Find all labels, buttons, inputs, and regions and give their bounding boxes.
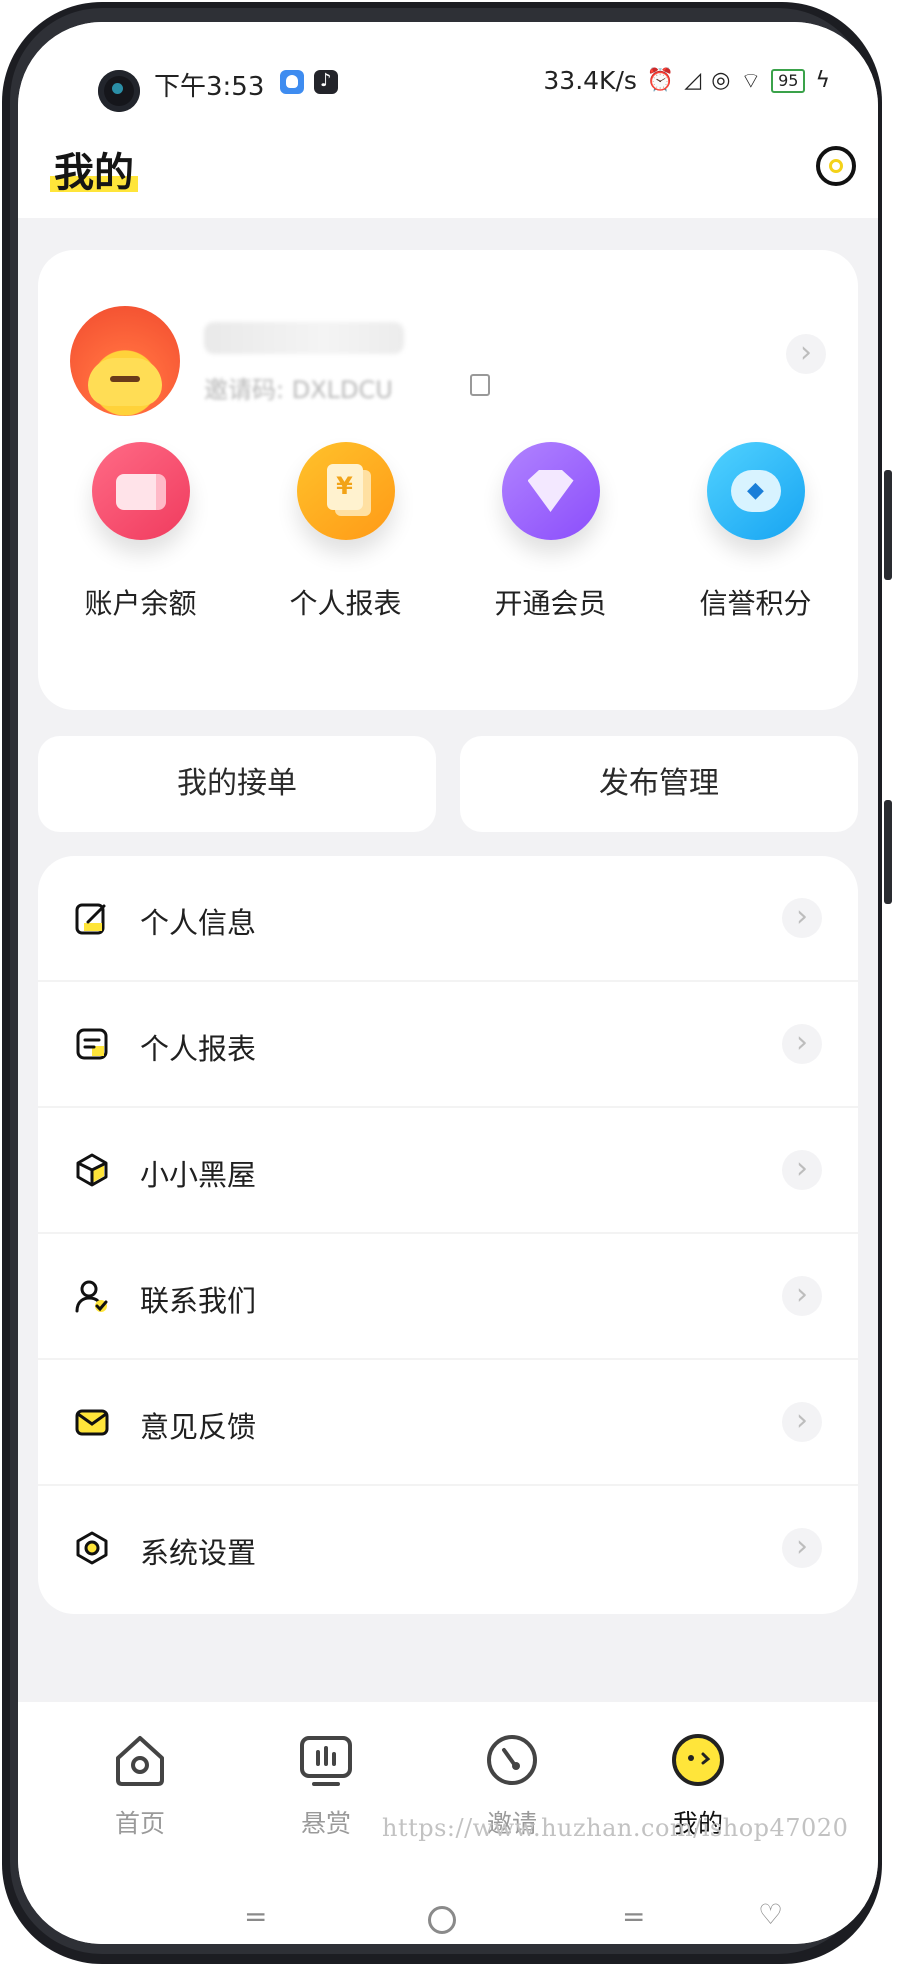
menu-item-label: 个人信息 (140, 906, 257, 940)
screen: 下午3:53 33.4K/s ⏰ ◿ ◎ ⌔ 95 ϟ 我的 邀请码: DXLD… (18, 22, 878, 1944)
quick-action-balance[interactable]: 账户余额 (38, 442, 243, 622)
page-title: 我的 (50, 140, 138, 198)
box-icon (76, 1153, 108, 1187)
chevron-right-icon: › (782, 898, 822, 938)
menu-item-personal-info[interactable]: 个人信息 › (38, 856, 858, 982)
invite-icon (487, 1735, 537, 1785)
page-header: 我的 (18, 132, 878, 218)
system-assist-icon[interactable]: ♡ (758, 1898, 783, 1931)
chevron-right-icon: › (782, 1150, 822, 1190)
battery-level: 95 (771, 68, 806, 93)
quick-actions: 账户余额 个人报表 开通会员 信誉积分 (38, 442, 858, 622)
vip-diamond-icon (501, 442, 600, 540)
report-icon (296, 442, 395, 540)
quick-action-label: 账户余额 (84, 587, 197, 620)
home-icon (116, 1736, 164, 1786)
wifi-icon: ⌔ (740, 68, 762, 94)
copy-icon[interactable] (470, 374, 490, 396)
menu-item-label: 个人报表 (140, 1032, 257, 1066)
credit-score-icon (706, 442, 805, 540)
tiktok-notification-icon (314, 70, 338, 94)
nickname-blurred (204, 322, 404, 354)
menu-item-label: 意见反馈 (140, 1410, 257, 1444)
header-action-icon[interactable] (816, 146, 856, 186)
my-orders-button[interactable]: 我的接单 (38, 736, 436, 832)
settings-icon (76, 1531, 108, 1565)
profile-face-icon (672, 1734, 724, 1786)
chevron-right-icon: › (782, 1402, 822, 1442)
phone-frame: 下午3:53 33.4K/s ⏰ ◿ ◎ ⌔ 95 ϟ 我的 邀请码: DXLD… (0, 0, 900, 1968)
hotspot-icon: ◎ (711, 68, 731, 93)
tab-home[interactable]: 首页 (70, 1732, 210, 1840)
profile-card: 邀请码: DXLDCU › 账户余额 个人报表 开通会员 信誉积 (38, 250, 858, 710)
menu-item-label: 小小黑屋 (140, 1158, 257, 1192)
tab-reward[interactable]: 悬赏 (256, 1732, 396, 1840)
menu-item-label: 联系我们 (140, 1284, 257, 1318)
quick-action-label: 开通会员 (494, 587, 607, 620)
status-right: 33.4K/s ⏰ ◿ ◎ ⌔ 95 ϟ (543, 66, 830, 95)
profile-chevron-right-icon[interactable]: › (786, 334, 826, 374)
user-id: 邀请码: DXLDCU (204, 376, 393, 404)
volume-button (884, 470, 892, 580)
system-menu-button[interactable]: = (244, 1900, 267, 1933)
quick-action-label: 信誉积分 (699, 587, 812, 620)
system-back-button[interactable]: = (622, 1900, 645, 1933)
quick-action-credit[interactable]: 信誉积分 (653, 442, 858, 622)
menu-item-feedback[interactable]: 意见反馈 › (38, 1360, 858, 1486)
watermark: https://www.huzhan.com/ishop47020 (382, 1814, 849, 1842)
tab-label: 首页 (114, 1809, 165, 1838)
menu-item-contact[interactable]: 联系我们 › (38, 1234, 858, 1360)
bottom-tab-bar: 首页 悬赏 邀请 我的 https://www.huzhan.com/ishop… (18, 1702, 878, 1944)
network-speed: 33.4K/s (543, 66, 637, 95)
chevron-right-icon: › (782, 1528, 822, 1568)
status-time: 下午3:53 (154, 72, 265, 102)
qq-notification-icon (280, 70, 304, 94)
signal-icon: ◿ (684, 68, 702, 93)
charging-icon: ϟ (815, 68, 830, 93)
wallet-icon (91, 442, 190, 540)
alarm-icon: ⏰ (646, 68, 675, 93)
front-camera (98, 70, 140, 112)
mail-icon (75, 1409, 109, 1436)
reward-icon (300, 1736, 352, 1786)
chevron-right-icon: › (782, 1276, 822, 1316)
status-bar: 下午3:53 33.4K/s ⏰ ◿ ◎ ⌔ 95 ϟ (18, 22, 878, 142)
edit-profile-icon (75, 903, 106, 935)
menu-item-settings[interactable]: 系统设置 › (38, 1486, 858, 1612)
quick-action-report[interactable]: 个人报表 (243, 442, 448, 622)
menu-item-label: 系统设置 (140, 1536, 257, 1570)
quick-action-vip[interactable]: 开通会员 (448, 442, 653, 622)
avatar[interactable] (70, 306, 180, 416)
menu-item-blacklist[interactable]: 小小黑屋 › (38, 1108, 858, 1234)
power-button (884, 800, 892, 904)
quick-action-label: 个人报表 (289, 587, 402, 620)
contact-icon (75, 1280, 108, 1313)
settings-menu: 个人信息 › 个人报表 › 小小黑屋 › 联系我们 › 意见反馈 › 系统设置 … (38, 856, 858, 1614)
report-list-icon (76, 1028, 108, 1060)
system-home-button[interactable] (428, 1906, 456, 1934)
publish-manage-button[interactable]: 发布管理 (460, 736, 858, 832)
menu-item-personal-report[interactable]: 个人报表 › (38, 982, 858, 1108)
tab-label: 悬赏 (300, 1809, 351, 1838)
chevron-right-icon: › (782, 1024, 822, 1064)
